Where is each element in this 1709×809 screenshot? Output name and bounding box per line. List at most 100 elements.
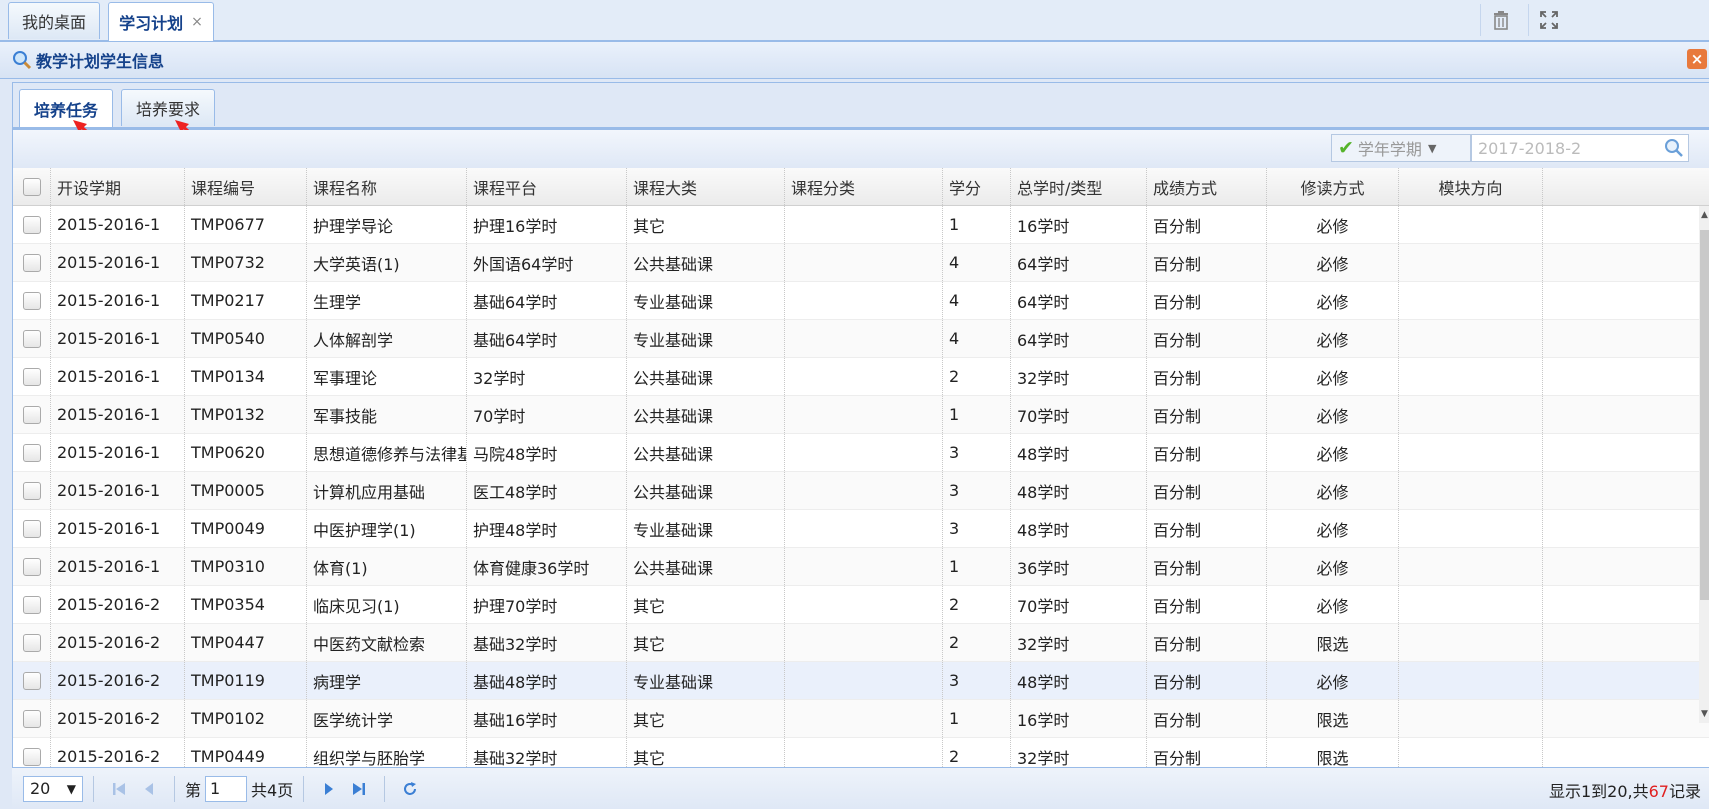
page-prefix: 第 (185, 780, 202, 800)
trash-icon[interactable] (1480, 4, 1521, 36)
cell-course-class (785, 662, 943, 699)
column-header-module-direction[interactable]: 模块方向 (1399, 168, 1543, 205)
close-icon[interactable]: × (191, 14, 203, 30)
checkbox-cell (13, 510, 51, 547)
cell-study-mode: 必修 (1267, 472, 1399, 509)
column-header-course-category[interactable]: 课程大类 (627, 168, 785, 205)
row-checkbox[interactable] (22, 519, 41, 538)
cell-course-class (785, 510, 943, 547)
table-row[interactable]: 2015-2016-1 TMP0620 思想道德修养与法律基 马院48学时 公共基础课 3… (13, 434, 1709, 472)
table-row[interactable]: 2015-2016-2 TMP0119 病理学 基础48学时 专业基础课 3 48学时 百分制… (13, 662, 1709, 700)
scroll-down-icon[interactable]: ▼ (1699, 709, 1709, 719)
table-row[interactable]: 2015-2016-2 TMP0102 医学统计学 基础16学时 其它 1 16学时 百分制限… (13, 700, 1709, 738)
cell-credits: 2 (943, 624, 1011, 661)
chevron-down-icon: ▼ (1427, 141, 1437, 155)
cell-grading-method: 百分制 (1147, 700, 1267, 737)
cell-module-direction (1399, 548, 1543, 585)
column-header-total-hours[interactable]: 总学时/类型 (1011, 168, 1147, 205)
checkbox-cell (13, 624, 51, 661)
cell-module-direction (1399, 396, 1543, 433)
table-row[interactable]: 2015-2016-1 TMP0005 计算机应用基础 医工48学时 公共基础课 3 48学… (13, 472, 1709, 510)
refresh-icon[interactable] (395, 776, 425, 802)
vertical-scrollbar[interactable]: ▲ ▼ (1699, 206, 1709, 723)
table-row[interactable]: 2015-2016-1 TMP0540 人体解剖学 基础64学时 专业基础课 4 64学时百… (13, 320, 1709, 358)
column-header-course-code[interactable]: 课程编号 (185, 168, 307, 205)
search-icon (12, 50, 32, 70)
separator (303, 775, 305, 802)
table-row[interactable]: 2015-2016-1 TMP0677 护理学导论 护理16学时 其它 1 16学时 百分制必… (13, 206, 1709, 244)
next-page-icon[interactable] (314, 776, 344, 802)
cell-module-direction (1399, 206, 1543, 243)
table-row[interactable]: 2015-2016-1 TMP0732 大学英语(1) 外国语64学时 公共基础课 4 64… (13, 244, 1709, 282)
cell-course-platform: 护理16学时 (467, 206, 627, 243)
scroll-up-icon[interactable]: ▲ (1699, 210, 1709, 220)
page-size-select[interactable]: 20 ▼ (23, 775, 83, 802)
table-row[interactable]: 2015-2016-1 TMP0134 军事理论 32学时 公共基础课 2 32学时 百分制必… (13, 358, 1709, 396)
cell-course-name: 大学英语(1) (307, 244, 467, 281)
cell-open-term: 2015-2016-1 (51, 282, 185, 319)
cell-course-name: 思想道德修养与法律基 (307, 434, 467, 471)
record-info-suffix: 记录 (1668, 782, 1701, 801)
cell-credits: 4 (943, 244, 1011, 281)
table-row[interactable]: 2015-2016-1 TMP0217 生理学 基础64学时 专业基础课 4 64学时 百分制… (13, 282, 1709, 320)
row-checkbox[interactable] (22, 215, 41, 234)
cell-open-term: 2015-2016-1 (51, 548, 185, 585)
scrollbar-thumb[interactable] (1700, 230, 1709, 600)
table-row[interactable]: 2015-2016-1 TMP0132 军事技能 70学时 公共基础课 1 70学时 百分制必… (13, 396, 1709, 434)
row-checkbox[interactable] (22, 367, 41, 386)
row-checkbox[interactable] (22, 291, 41, 310)
table-row[interactable]: 2015-2016-2 TMP0354 临床见习(1) 护理70学时 其它 2 70学时 百分… (13, 586, 1709, 624)
first-page-icon[interactable] (104, 776, 134, 802)
row-checkbox[interactable] (22, 405, 41, 424)
search-icon[interactable] (1664, 138, 1684, 162)
row-checkbox[interactable] (22, 557, 41, 576)
row-checkbox[interactable] (22, 253, 41, 272)
cell-module-direction (1399, 700, 1543, 737)
row-checkbox[interactable] (22, 709, 41, 728)
select-all-checkbox[interactable] (22, 177, 41, 196)
semester-combo[interactable]: ✔ 学年学期 ▼ (1331, 134, 1471, 162)
row-checkbox[interactable] (22, 671, 41, 690)
tab-my-desktop[interactable]: 我的桌面 (8, 2, 100, 39)
panel-close-icon[interactable]: × (1687, 49, 1707, 69)
row-checkbox[interactable] (22, 329, 41, 348)
cell-course-name: 医学统计学 (307, 700, 467, 737)
column-header-open-term[interactable]: 开设学期 (51, 168, 185, 205)
fullscreen-icon[interactable] (1528, 4, 1569, 36)
column-header-study-mode[interactable]: 修读方式 (1267, 168, 1399, 205)
cell-course-code: TMP0620 (185, 434, 307, 471)
table-row[interactable]: 2015-2016-1 TMP0310 体育(1) 体育健康36学时 公共基础课 1 36学… (13, 548, 1709, 586)
row-checkbox[interactable] (22, 481, 41, 500)
cell-course-platform: 医工48学时 (467, 472, 627, 509)
column-header-credits[interactable]: 学分 (943, 168, 1011, 205)
cell-course-platform: 护理70学时 (467, 586, 627, 623)
cell-module-direction (1399, 358, 1543, 395)
cell-open-term: 2015-2016-1 (51, 472, 185, 509)
cell-course-category: 其它 (627, 586, 785, 623)
column-header-course-platform[interactable]: 课程平台 (467, 168, 627, 205)
last-page-icon[interactable] (344, 776, 374, 802)
prev-page-icon[interactable] (134, 776, 164, 802)
row-checkbox[interactable] (22, 595, 41, 614)
column-header-course-class[interactable]: 课程分类 (785, 168, 943, 205)
cell-credits: 1 (943, 700, 1011, 737)
row-checkbox[interactable] (22, 443, 41, 462)
cell-course-class (785, 700, 943, 737)
panel-header: 教学计划学生信息 × (0, 42, 1709, 79)
semester-input[interactable]: 2017-2018-2 (1471, 134, 1689, 162)
row-checkbox[interactable] (22, 747, 41, 766)
cell-course-class (785, 434, 943, 471)
table-row[interactable]: 2015-2016-1 TMP0049 中医护理学(1) 护理48学时 专业基础课 3 48… (13, 510, 1709, 548)
table-row[interactable]: 2015-2016-2 TMP0447 中医药文献检索 基础32学时 其它 2 32学时 百分… (13, 624, 1709, 662)
cell-study-mode: 必修 (1267, 586, 1399, 623)
row-checkbox[interactable] (22, 633, 41, 652)
column-header-grading-method[interactable]: 成绩方式 (1147, 168, 1267, 205)
checkbox-cell (13, 282, 51, 319)
cell-study-mode: 限选 (1267, 700, 1399, 737)
column-header-course-name[interactable]: 课程名称 (307, 168, 467, 205)
page-number-input[interactable]: 1 (205, 775, 248, 802)
cell-course-category: 公共基础课 (627, 548, 785, 585)
tab-study-plan[interactable]: 学习计划 × (108, 2, 214, 41)
cell-course-category: 公共基础课 (627, 244, 785, 281)
cell-grading-method: 百分制 (1147, 624, 1267, 661)
